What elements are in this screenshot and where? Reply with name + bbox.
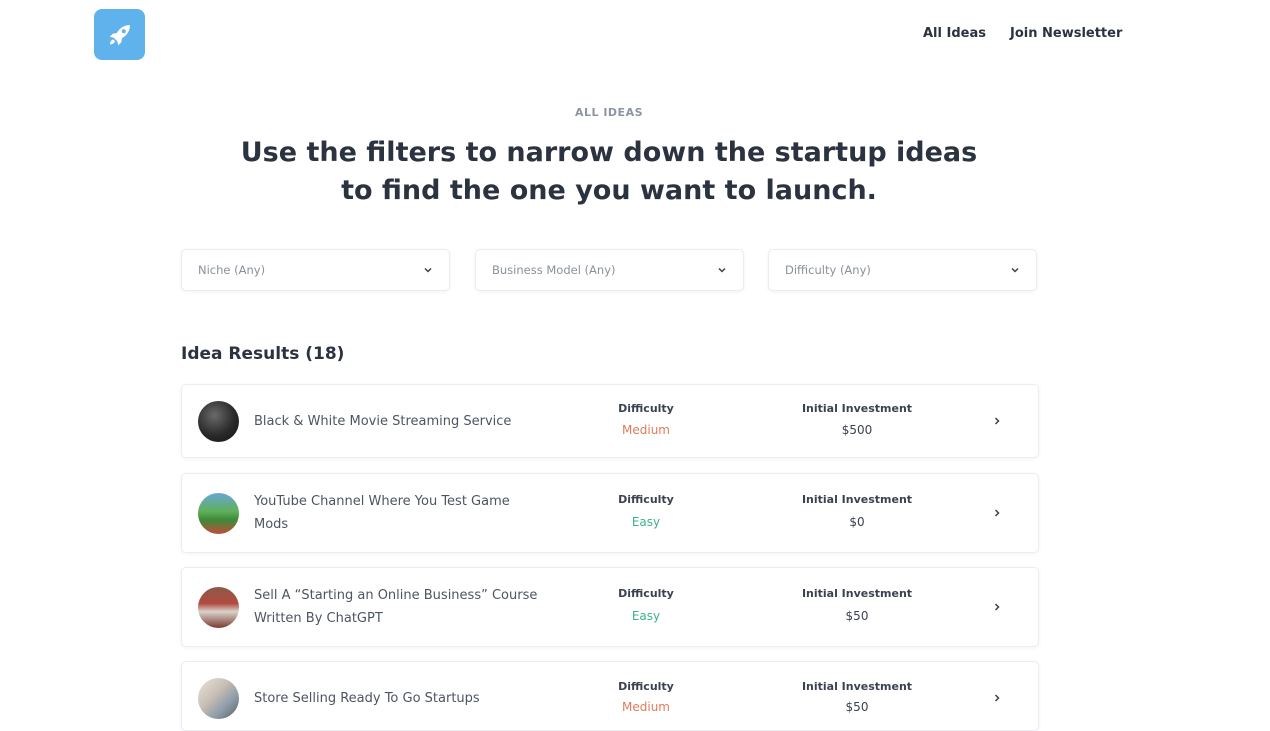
niche-filter-select[interactable]: Niche (Any) (181, 249, 450, 291)
page-title-line-1: Use the filters to narrow down the start… (240, 137, 978, 168)
difficulty-label: Difficulty (618, 587, 674, 600)
page-title-line-2: to find the one you want to launch. (341, 175, 877, 206)
investment-label: Initial Investment (801, 493, 913, 506)
idea-title: Sell A “Starting an Online Business” Cou… (254, 588, 538, 626)
investment-value: $0 (849, 515, 865, 529)
investment-value: $50 (845, 700, 869, 714)
difficulty-label: Difficulty (618, 493, 674, 506)
idea-title: Store Selling Ready To Go Startups (254, 691, 480, 706)
difficulty-label: Difficulty (618, 680, 674, 693)
business-model-filter-select[interactable]: Business Model (Any) (475, 249, 744, 291)
difficulty-value: Easy (631, 515, 661, 529)
investment-label: Initial Investment (801, 587, 913, 600)
idea-thumbnail (198, 493, 239, 534)
section-eyebrow: ALL IDEAS (574, 106, 644, 119)
idea-thumbnail (198, 401, 239, 442)
page-title: Use the filters to narrow down the start… (0, 134, 1218, 210)
nav-join-newsletter[interactable]: Join Newsletter (1010, 26, 1122, 41)
chevron-down-icon (718, 267, 726, 273)
results-heading: Idea Results (18) (181, 344, 345, 364)
chevron-down-icon (424, 267, 432, 273)
idea-card[interactable]: Store Selling Ready To Go Startups Diffi… (181, 661, 1039, 731)
idea-thumbnail (198, 678, 239, 719)
idea-thumbnail (198, 587, 239, 628)
chevron-right-icon (994, 509, 1000, 517)
chevron-right-icon (994, 694, 1000, 702)
idea-title: Black & White Movie Streaming Service (254, 414, 512, 429)
chevron-down-icon (1011, 267, 1019, 273)
niche-filter-label: Niche (Any) (198, 263, 266, 277)
rocket-icon (109, 24, 130, 45)
difficulty-filter-label: Difficulty (Any) (785, 263, 871, 277)
chevron-right-icon (994, 603, 1000, 611)
investment-value: $50 (845, 609, 869, 623)
difficulty-label: Difficulty (618, 402, 674, 415)
investment-value: $500 (841, 423, 873, 437)
idea-card[interactable]: YouTube Channel Where You Test Game Mods… (181, 473, 1039, 553)
difficulty-value: Medium (622, 423, 670, 437)
nav-all-ideas[interactable]: All Ideas (923, 26, 986, 41)
difficulty-value: Easy (631, 609, 661, 623)
site-header: All Ideas Join Newsletter (0, 0, 1270, 72)
rocket-logo[interactable] (94, 9, 145, 60)
idea-card[interactable]: Sell A “Starting an Online Business” Cou… (181, 567, 1039, 647)
idea-title: YouTube Channel Where You Test Game Mods (254, 494, 510, 532)
difficulty-value: Medium (622, 700, 670, 714)
business-model-filter-label: Business Model (Any) (492, 263, 616, 277)
idea-card[interactable]: Black & White Movie Streaming Service Di… (181, 384, 1039, 458)
difficulty-filter-select[interactable]: Difficulty (Any) (768, 249, 1037, 291)
investment-label: Initial Investment (801, 680, 913, 693)
investment-label: Initial Investment (801, 402, 913, 415)
chevron-right-icon (994, 417, 1000, 425)
